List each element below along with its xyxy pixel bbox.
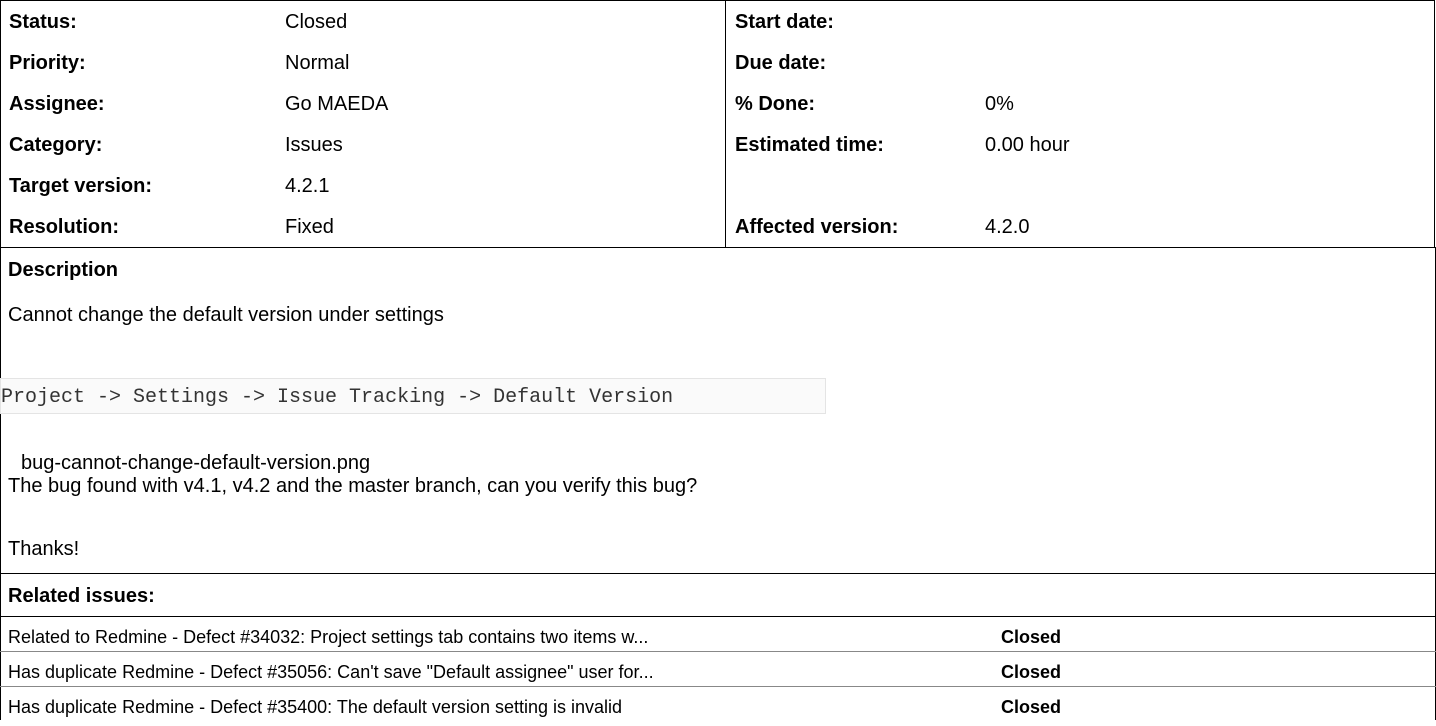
related-issue-link[interactable]: Has duplicate Redmine - Defect #35056: C… xyxy=(8,662,654,683)
attribute-row-priority: Priority: Normal xyxy=(1,42,725,83)
attribute-row-affected-version: Affected version: 4.2.0 xyxy=(725,206,1434,247)
attribute-value: Closed xyxy=(285,11,348,33)
related-issue-row: Has duplicate Redmine - Defect #35400: T… xyxy=(0,687,1436,726)
description-line: Cannot change the default version under … xyxy=(8,304,444,326)
attributes-right-column: Start date: Due date: % Done: 0% Estimat… xyxy=(725,0,1435,248)
attribute-label: Assignee: xyxy=(9,93,105,115)
attribute-value: Issues xyxy=(285,134,343,156)
attribute-value: 0.00 hour xyxy=(985,134,1070,156)
attribute-label: % Done: xyxy=(735,93,815,115)
code-text: Project -> Settings -> Issue Tracking ->… xyxy=(1,386,674,409)
attribute-label: Priority: xyxy=(9,52,86,74)
target-version-link[interactable]: 4.2.1 xyxy=(285,175,329,198)
description-line: The bug found with v4.1, v4.2 and the ma… xyxy=(8,475,698,497)
attribute-label: Estimated time: xyxy=(735,134,884,156)
attribute-value: Normal xyxy=(285,52,350,74)
attribute-label: Due date: xyxy=(735,52,827,74)
attribute-row-due-date: Due date: xyxy=(725,42,1434,83)
description-title: Description xyxy=(8,259,119,281)
attribute-value: 0% xyxy=(985,93,1014,115)
related-issue-status: Closed xyxy=(1001,627,1062,647)
divider xyxy=(0,573,1436,574)
attribute-label: Resolution: xyxy=(9,216,119,238)
divider xyxy=(0,247,1436,248)
attribute-row-status: Status: Closed xyxy=(1,1,725,42)
attribute-row-estimated-time: Estimated time: 0.00 hour xyxy=(725,124,1434,165)
attribute-label: Status: xyxy=(9,11,77,33)
attribute-label: Start date: xyxy=(735,11,834,33)
attribute-row-category: Category: Issues xyxy=(1,124,725,165)
attribute-row-done: % Done: 0% xyxy=(725,83,1434,124)
attribute-row-target-version: Target version: 4.2.1 xyxy=(1,165,725,206)
attribute-label: Category: xyxy=(9,134,103,156)
attribute-row-empty xyxy=(725,165,1434,206)
related-issues-title: Related issues: xyxy=(8,585,155,607)
related-issue-status: Closed xyxy=(1001,662,1062,682)
attribute-row-start-date: Start date: xyxy=(725,1,1434,42)
assignee-link[interactable]: Go MAEDA xyxy=(285,93,388,116)
attributes-left-column: Status: Closed Priority: Normal Assignee… xyxy=(0,0,726,248)
related-issue-link[interactable]: Has duplicate Redmine - Defect #35400: T… xyxy=(8,697,622,718)
code-block: Project -> Settings -> Issue Tracking ->… xyxy=(0,378,826,414)
attribute-value: Fixed xyxy=(285,216,334,238)
attribute-value: 4.2.0 xyxy=(985,216,1030,238)
attribute-label: Target version: xyxy=(9,175,152,197)
attachment-image-link[interactable]: bug-cannot-change-default-version.png xyxy=(21,452,370,475)
description-line: Thanks! xyxy=(8,538,80,560)
attribute-label: Affected version: xyxy=(735,216,899,238)
attribute-row-assignee: Assignee: Go MAEDA xyxy=(1,83,725,124)
attribute-row-resolution: Resolution: Fixed xyxy=(1,206,725,247)
related-issue-link[interactable]: Related to Redmine - Defect #34032: Proj… xyxy=(8,627,648,648)
issue-details: Status: Closed Priority: Normal Assignee… xyxy=(0,0,1436,720)
related-issue-status: Closed xyxy=(1001,697,1062,717)
